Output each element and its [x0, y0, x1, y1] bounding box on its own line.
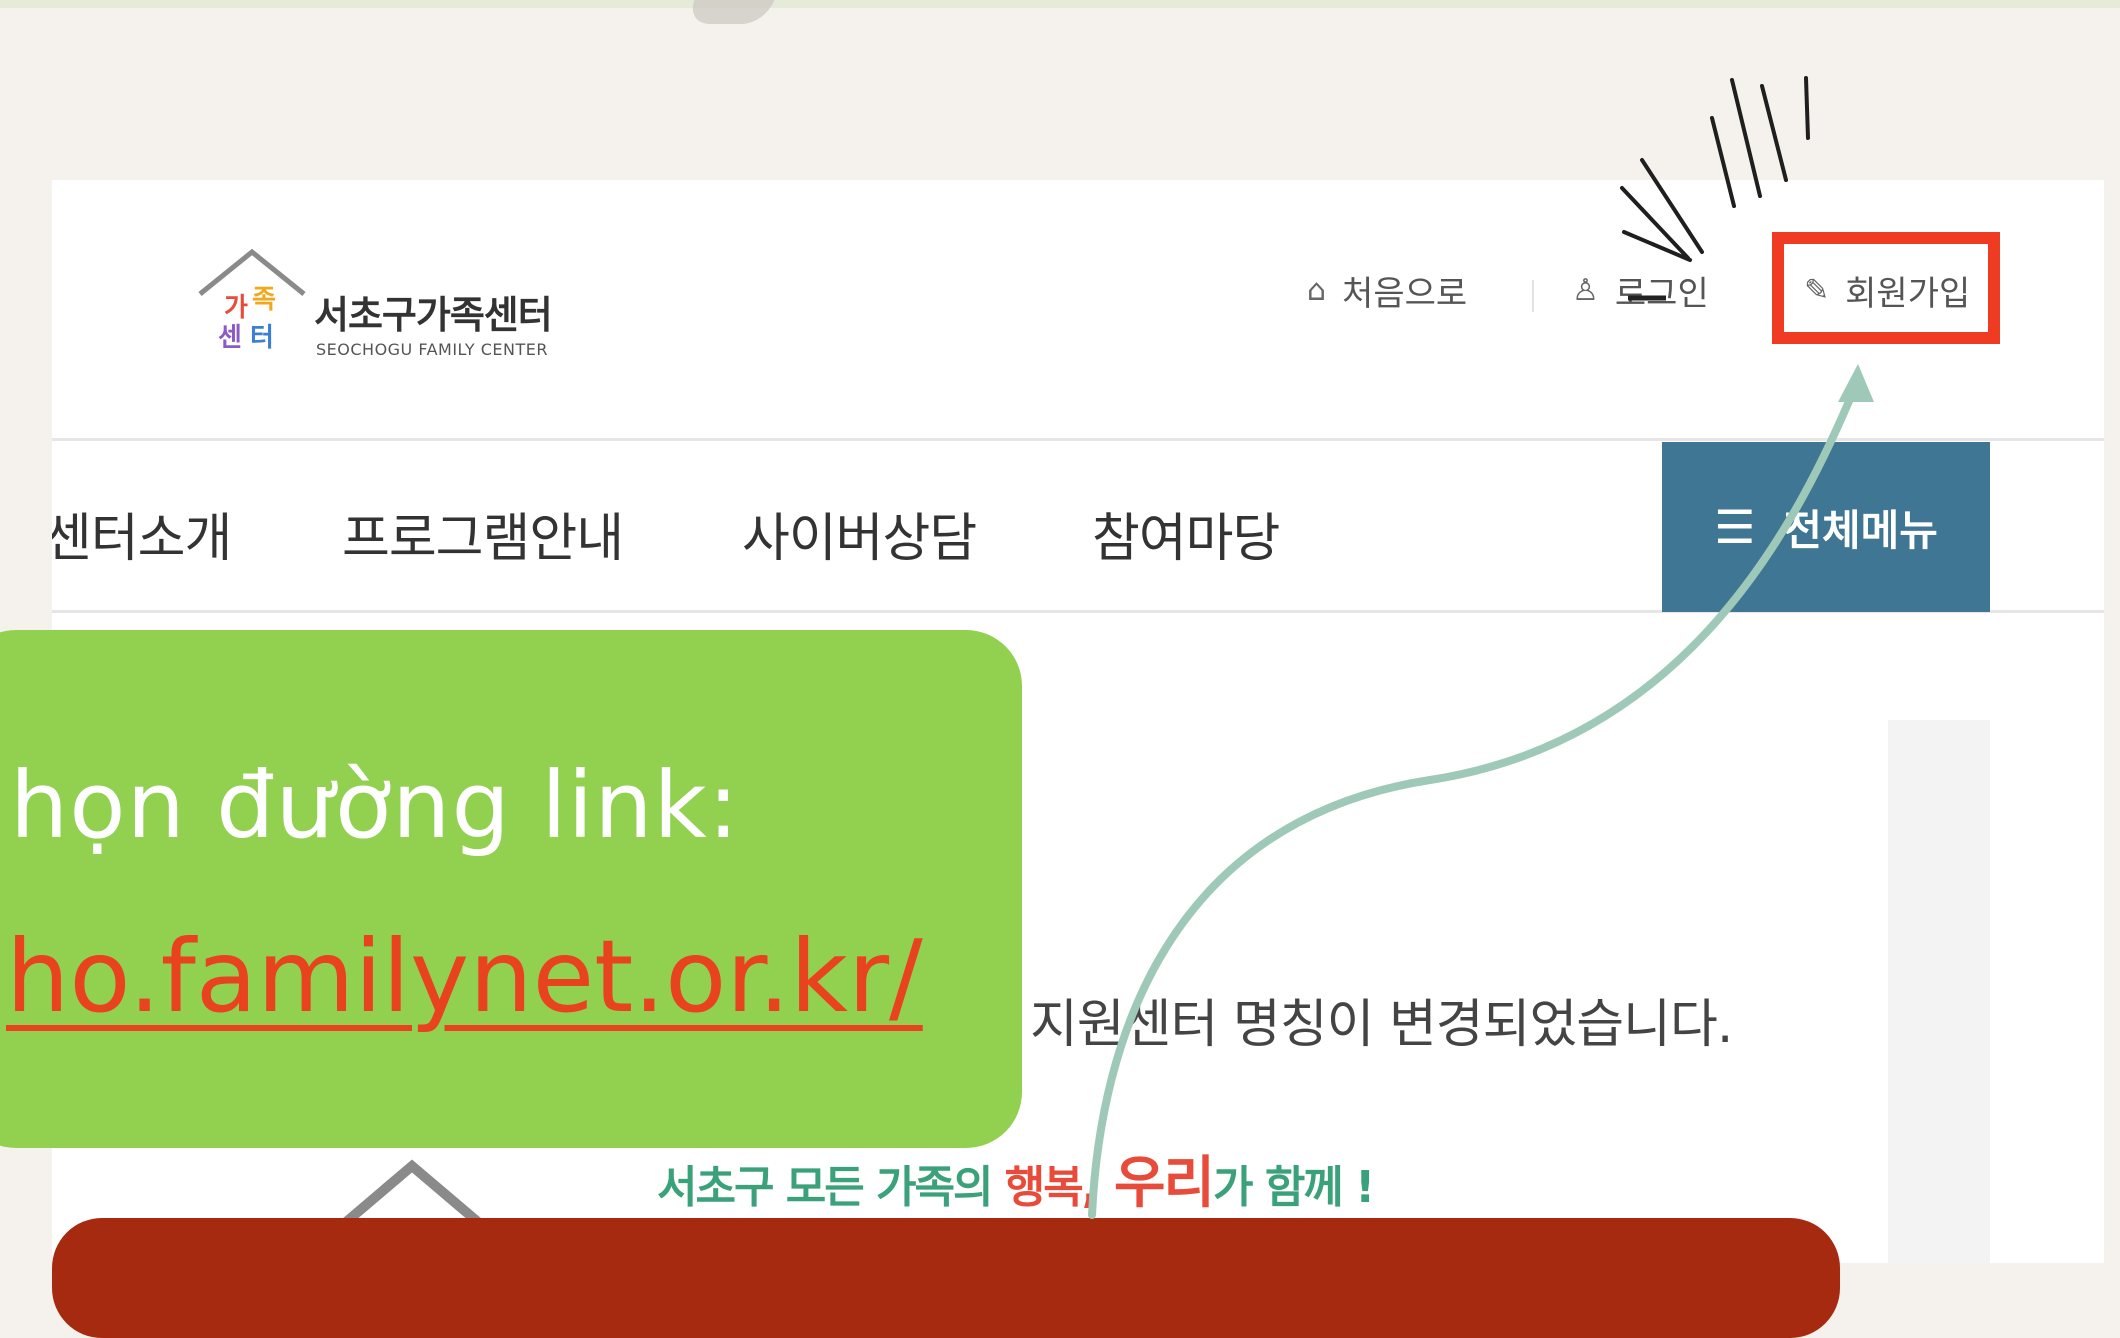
svg-text:가: 가	[224, 293, 248, 323]
user-icon: ♙	[1572, 273, 1599, 308]
slogan-we: 우리	[1096, 1151, 1215, 1216]
nav-item-programs[interactable]: 프로그램안내	[342, 496, 624, 571]
home-icon: ⌂	[1307, 273, 1327, 308]
decorative-shadow	[685, 0, 775, 24]
home-link-label: 처음으로	[1342, 274, 1468, 314]
slogan: 서초구 모든 가족의 행복, 우리가 함께 !	[657, 1138, 1375, 1219]
hamburger-icon: ☰	[1714, 500, 1756, 554]
callout-link[interactable]: ho.familynet.or.kr/	[6, 918, 923, 1035]
slogan-part1: 서초구 모든 가족의	[657, 1162, 1005, 1213]
top-strip	[0, 0, 2120, 8]
site-name: 서초구가족센터	[314, 293, 553, 337]
callout-instruction: họn đường link:	[10, 752, 740, 859]
svg-text:센: 센	[218, 323, 242, 353]
site-header: 가 족 센 터 서초구가족센터 SEOCHOGU FAMILY CENTER ⌂…	[52, 180, 2104, 441]
green-callout-box	[0, 630, 1022, 1148]
nav-item-participation[interactable]: 참여마당	[1092, 496, 1280, 571]
nav-item-cyber-counseling[interactable]: 사이버상담	[742, 496, 977, 571]
site-logo[interactable]: 가 족 센 터 서초구가족센터 SEOCHOGU FAMILY CENTER	[192, 242, 652, 372]
right-panel	[1888, 720, 1990, 1263]
home-link[interactable]: ⌂ 처음으로	[1307, 266, 1467, 315]
svg-text:터: 터	[250, 323, 274, 353]
house-logo-icon: 가 족 센 터	[198, 248, 306, 353]
bottom-banner	[52, 1218, 1840, 1338]
site-subtitle: SEOCHOGU FAMILY CENTER	[316, 340, 548, 359]
divider	[1532, 280, 1534, 312]
svg-text:족: 족	[252, 285, 276, 315]
slogan-part2: 가 함께 !	[1213, 1162, 1375, 1213]
login-link[interactable]: ♙ 로그인	[1572, 266, 1709, 315]
signup-highlight-box	[1772, 232, 2000, 344]
all-menu-label: 전체메뉴	[1783, 505, 1938, 555]
all-menu-button[interactable]: ☰ 전체메뉴	[1662, 442, 1990, 612]
notice-text: 지원센터 명칭이 변경되었습니다.	[1030, 995, 1733, 1055]
nav-item-center-intro[interactable]: 센터소개	[52, 496, 232, 571]
login-link-label: 로그인	[1614, 274, 1709, 314]
slogan-happy: 행복,	[1004, 1162, 1099, 1213]
